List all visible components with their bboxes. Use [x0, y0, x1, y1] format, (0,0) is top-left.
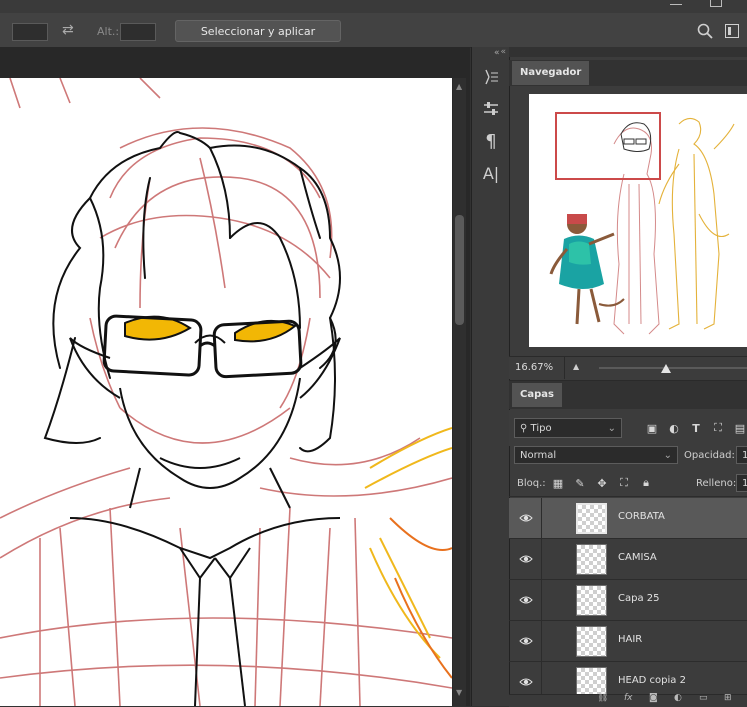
navigator-thumbnail: [549, 112, 735, 335]
navigator-preview[interactable]: [529, 94, 747, 347]
new-layer-icon[interactable]: ⊞: [724, 693, 732, 703]
scroll-up-arrow-icon[interactable]: ▲: [456, 82, 462, 91]
character-sketch: [0, 78, 452, 706]
zoom-slider-handle[interactable]: [660, 364, 671, 373]
width-field[interactable]: [12, 23, 48, 41]
eye-icon[interactable]: [519, 552, 533, 566]
search-icon: ⚲: [520, 423, 531, 434]
divider: [541, 498, 542, 538]
adjustment-layer-icon[interactable]: ◐: [674, 693, 682, 703]
height-label: Alt.:: [97, 25, 120, 38]
eye-icon[interactable]: [519, 634, 533, 648]
lock-label: Bloq.:: [517, 478, 546, 489]
zoom-value[interactable]: 16.67%: [515, 362, 553, 373]
brush-preset-icon[interactable]: [472, 61, 510, 93]
title-strip: [0, 0, 747, 13]
scrollbar-thumb[interactable]: [455, 215, 464, 325]
lock-icons: ▦ ✎ ✥ ⛶ 🔒︎: [551, 476, 653, 490]
panel-tool-strip: « ¶ A|: [471, 47, 510, 706]
scroll-down-arrow-icon[interactable]: ▼: [456, 688, 462, 697]
layer-name[interactable]: HAIR: [618, 634, 642, 645]
zoom-slider-track[interactable]: [599, 367, 747, 369]
blend-mode-value: Normal: [520, 450, 557, 461]
new-group-icon[interactable]: ▭: [699, 693, 708, 703]
layer-row-hair[interactable]: HAIR: [509, 621, 747, 662]
adjustments-icon[interactable]: [472, 93, 510, 125]
mask-icon[interactable]: ◙: [649, 693, 658, 703]
search-icon[interactable]: [697, 23, 713, 39]
filter-kind-select[interactable]: ⚲ Tipo ⌄: [514, 418, 622, 438]
fill-label: Relleno:: [696, 478, 737, 489]
paragraph-icon[interactable]: ¶: [472, 125, 510, 157]
layers-tabbar: Capas: [509, 380, 747, 409]
double-chevron-icon[interactable]: «: [494, 48, 500, 58]
lock-all-icon[interactable]: 🔒︎: [639, 476, 653, 490]
layer-thumbnail[interactable]: [576, 544, 607, 575]
zoom-out-icon[interactable]: ▲: [573, 362, 579, 371]
eye-icon[interactable]: [519, 511, 533, 525]
tab-layers[interactable]: Capas: [512, 383, 562, 407]
fx-icon[interactable]: fx: [624, 693, 633, 703]
divider: [541, 621, 542, 661]
panel-dock-top: [509, 47, 747, 57]
lock-paint-icon[interactable]: ✎: [573, 476, 587, 490]
canvas-vertical-scrollbar[interactable]: [453, 78, 466, 706]
options-bar: ⇄ Alt.: Seleccionar y aplicar máscara...: [0, 0, 747, 60]
lock-row: Bloq.: ▦ ✎ ✥ ⛶ 🔒︎ Relleno: 10: [509, 472, 747, 497]
layers-bottom-toolbar: ⛓ fx ◙ ◐ ▭ ⊞: [509, 693, 747, 707]
layer-row-capa-25[interactable]: Capa 25: [509, 580, 747, 621]
eye-icon[interactable]: [519, 675, 533, 689]
divider: [541, 539, 542, 579]
layer-row-corbata[interactable]: CORBATA: [509, 498, 747, 539]
lock-position-icon[interactable]: ✥: [595, 476, 609, 490]
collapse-panels-icon[interactable]: «: [472, 47, 510, 61]
navigator-tabbar: Navegador: [509, 60, 747, 86]
layer-thumbnail[interactable]: [576, 626, 607, 657]
minimize-icon[interactable]: [670, 4, 682, 5]
filter-kind-value: Tipo: [530, 423, 552, 434]
workspace-icon[interactable]: [725, 24, 739, 38]
layer-row-camisa[interactable]: CAMISA: [509, 539, 747, 580]
navigator-zoom-row: 16.67% ▲: [509, 356, 747, 379]
layer-filter-icons: ▣ ◐ T ⛶ ▤: [645, 421, 747, 435]
opacity-label: Opacidad:: [684, 450, 735, 461]
lock-artboard-icon[interactable]: ⛶: [617, 476, 631, 490]
layer-name[interactable]: CAMISA: [618, 552, 657, 563]
link-layers-icon[interactable]: ⛓: [597, 693, 608, 703]
eye-icon[interactable]: [519, 593, 533, 607]
smart-object-filter-icon[interactable]: ▤: [733, 421, 747, 435]
height-field[interactable]: [120, 23, 156, 41]
adjustment-filter-icon[interactable]: ◐: [667, 421, 681, 435]
layer-name[interactable]: Capa 25: [618, 593, 660, 604]
divider: [541, 580, 542, 620]
divider: [564, 357, 565, 379]
restore-icon[interactable]: [710, 0, 722, 7]
pixel-filter-icon[interactable]: ▣: [645, 421, 659, 435]
blend-mode-select[interactable]: Normal ⌄: [514, 446, 678, 464]
layer-name[interactable]: HEAD copia 2: [618, 675, 686, 686]
layer-thumbnail[interactable]: [576, 503, 607, 534]
opacity-field[interactable]: 10: [736, 446, 747, 464]
shape-filter-icon[interactable]: ⛶: [711, 421, 725, 435]
chevron-down-icon: ⌄: [607, 423, 616, 434]
chevron-down-icon: ⌄: [663, 450, 672, 461]
tab-navigator[interactable]: Navegador: [512, 61, 590, 85]
blend-row: Normal ⌄ Opacidad: 10: [509, 446, 747, 468]
artboard[interactable]: [0, 78, 452, 706]
character-icon[interactable]: A|: [472, 157, 510, 189]
layer-name[interactable]: CORBATA: [618, 511, 665, 522]
fill-field[interactable]: 10: [736, 474, 747, 492]
layer-thumbnail[interactable]: [576, 585, 607, 616]
layers-filter-row: ⚲ Tipo ⌄ ▣ ◐ T ⛶ ▤: [509, 410, 747, 446]
swap-dimensions-icon[interactable]: ⇄: [62, 22, 80, 40]
type-filter-icon[interactable]: T: [689, 421, 703, 435]
lock-transparent-icon[interactable]: ▦: [551, 476, 565, 490]
select-and-mask-button[interactable]: Seleccionar y aplicar máscara...: [175, 20, 341, 60]
